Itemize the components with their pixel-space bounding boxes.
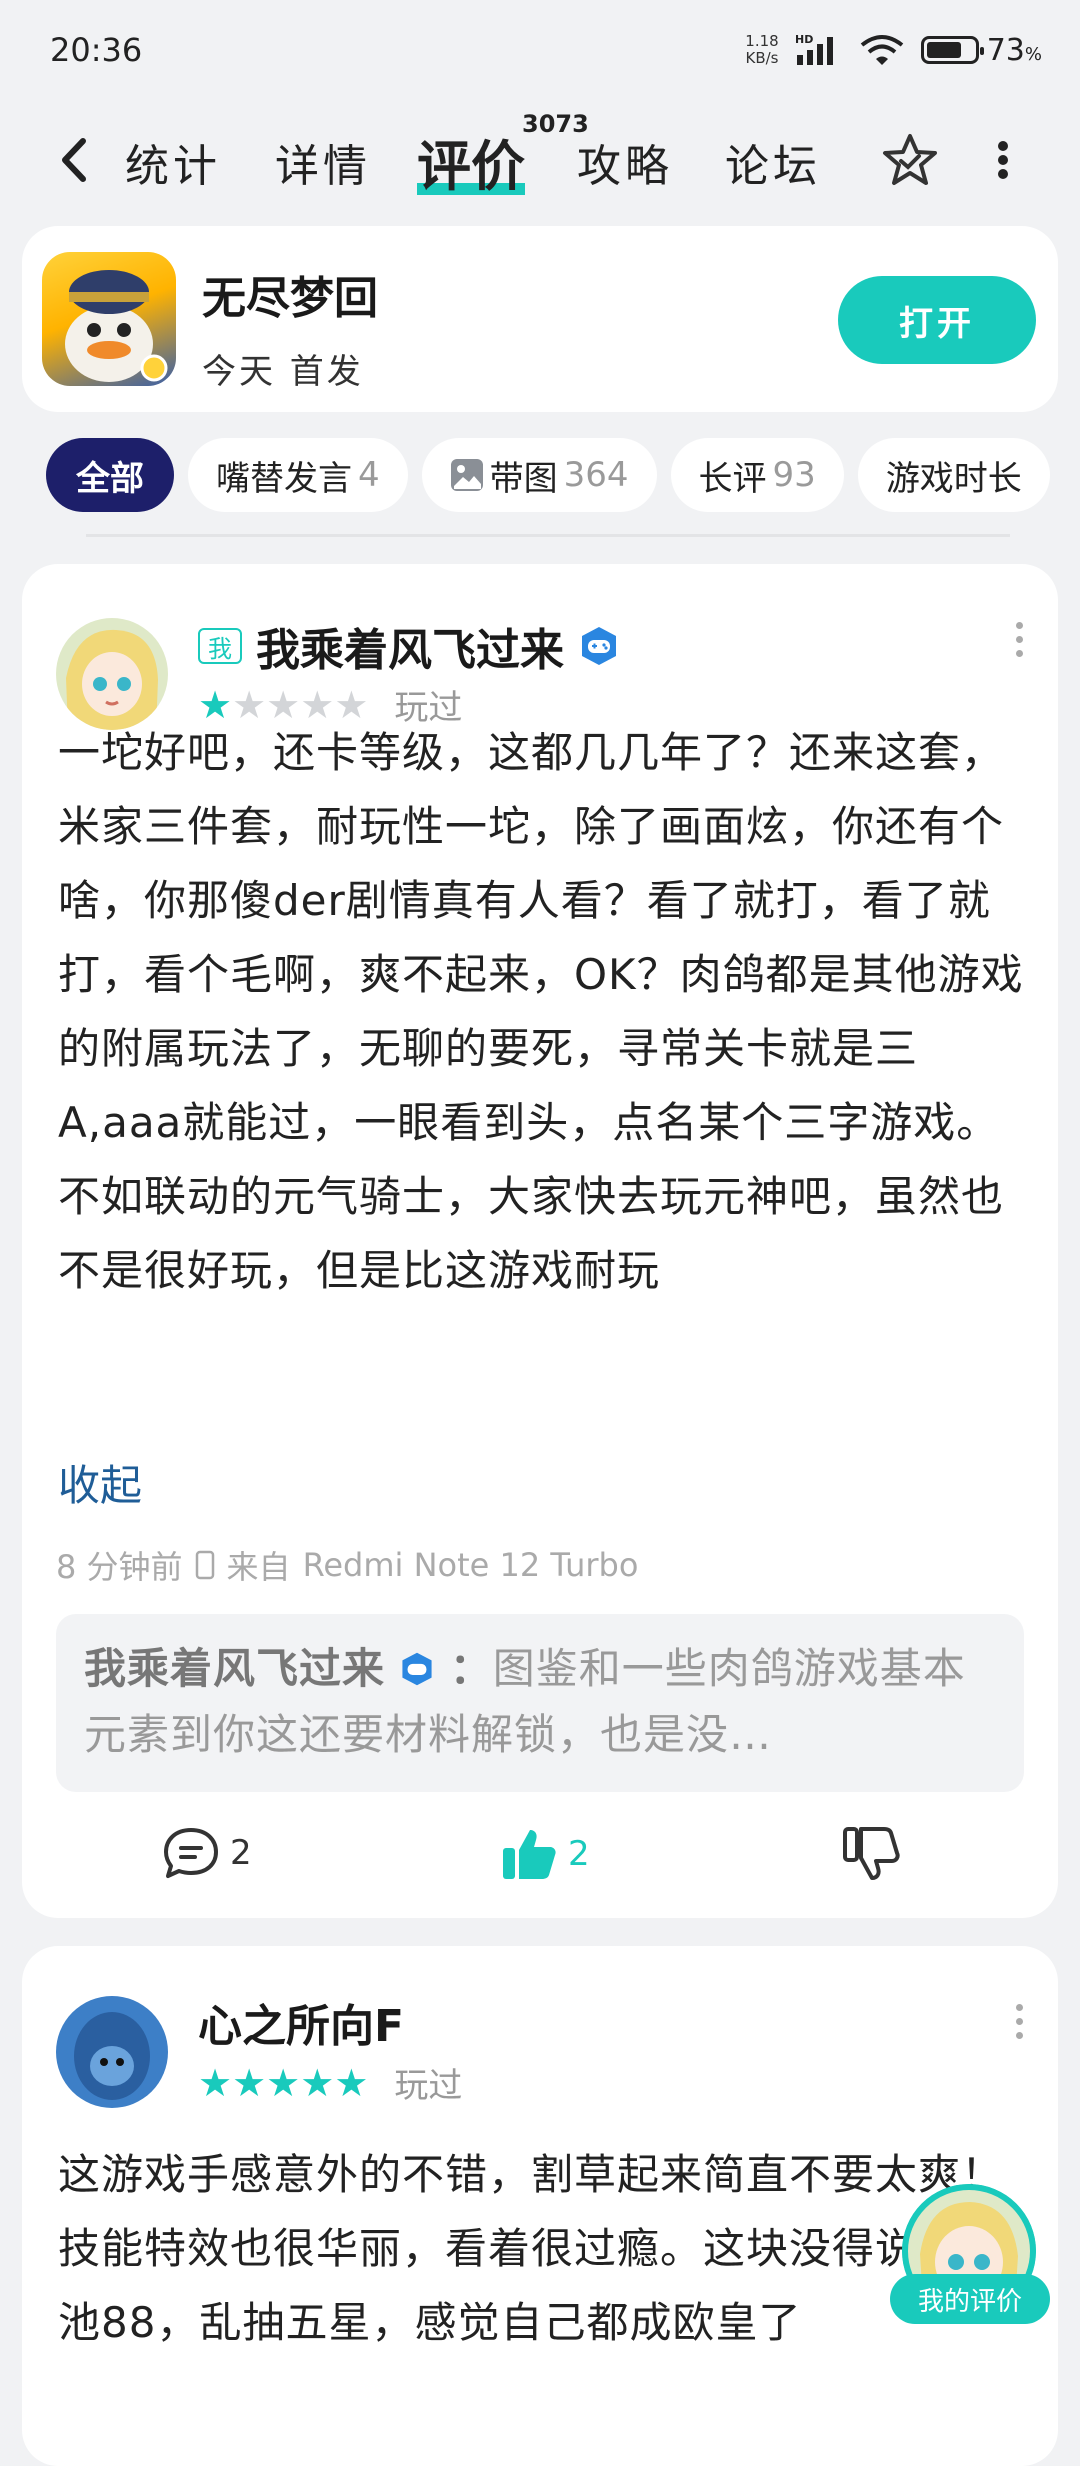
thumbs-down-icon [843,1827,900,1880]
back-arrow-icon[interactable] [55,135,95,185]
clock: 20:36 [50,31,143,69]
comment-count: 2 [230,1833,252,1873]
battery-indicator: 73% [920,33,1042,68]
tab-forum[interactable]: 论坛 [725,130,821,194]
review-actions: 2 2 [22,1826,1058,1886]
review-meta: 8 分钟前 来自 Redmi Note 12 Turbo [56,1542,638,1588]
rating-stars: ★★★★★ 玩过 [198,2058,462,2107]
review-header: 心之所向F [198,1990,404,2054]
signal-icon: HD [795,33,833,65]
top-nav: 统计 详情 评价 3073 攻略 论坛 [0,110,1080,210]
avatar[interactable] [56,1996,168,2108]
like-button[interactable]: 2 [500,1826,590,1882]
star-filled-icon: ★ [198,2060,233,2105]
filter-long-review[interactable]: 长评 93 [670,438,844,512]
reviewer-name[interactable]: 心之所向F [198,1990,404,2054]
app-title: 无尽梦回 [202,273,378,324]
comment-icon [164,1828,218,1878]
app-icon[interactable] [42,252,176,386]
status-bar: 20:36 1.18 KB/s HD 73% [0,0,1080,100]
divider [86,534,1010,537]
star-filled-icon: ★ [334,2060,369,2105]
filter-spokesperson[interactable]: 嘴替发言 4 [188,438,408,512]
review-time: 8 分钟前 [56,1548,183,1586]
net-speed: 1.18 KB/s [745,32,779,67]
reply-preview[interactable]: 我乘着风飞过来 ：图鉴和一些肉鸽游戏基本元素到你这还要材料解锁，也是没… [56,1614,1024,1792]
played-label: 玩过 [394,2066,463,2106]
reviewer-name[interactable]: 我乘着风飞过来 [256,614,564,678]
my-review-button[interactable]: 我的评价 [890,2274,1050,2324]
status-icons: 1.18 KB/s HD 73% [745,33,1042,68]
like-count: 2 [568,1834,590,1874]
star-filled-icon: ★ [300,2060,335,2105]
review-text: 这游戏手感意外的不错，割草起来简直不要太爽！技能特效也很华丽，看着很过瘾。这块没… [58,2150,1005,2347]
star-filled-icon: ★ [266,2060,301,2105]
device-name: Redmi Note 12 Turbo [302,1546,639,1584]
app-card: 无尽梦回 今天 首发 打开 [22,226,1058,412]
review-text: 一坨好吧，还卡等级，这都几几年了？还来这套，米家三件套，耐玩性一坨，除了画面炫，… [58,728,1024,1295]
phone-icon [195,1550,214,1580]
review-more-icon[interactable] [1016,622,1024,664]
star-filled-icon: ★ [232,2060,267,2105]
more-vertical-icon[interactable] [995,140,1011,180]
image-icon [450,459,483,491]
thumbs-up-icon [503,1830,556,1879]
dislike-button[interactable] [842,1826,900,1882]
review-card: 心之所向F ★★★★★ 玩过 这游戏手感意外的不错，割草起来简直不要太爽！技能特… [22,1946,1058,2466]
me-tag: 我 [198,628,242,664]
tab-details[interactable]: 详情 [275,130,371,194]
filter-playtime[interactable]: 游戏时长 [857,438,1050,512]
filter-with-image[interactable]: 带图 364 [421,438,657,512]
review-filter-bar: 全部 嘴替发言 4 带图 364 长评 93 游戏时长 [46,438,1080,512]
reply-author: 我乘着风飞过来 [84,1644,386,1693]
open-button[interactable]: 打开 [838,276,1036,364]
wifi-icon [860,35,903,65]
review-card: 我 我乘着风飞过来 ★★★★★ 玩过 一坨好吧，还卡等级，这都几几年了？还来这套… [22,564,1058,1918]
avatar[interactable] [56,618,168,730]
svg-text:HD: HD [795,33,813,46]
gamepad-badge-icon [402,1652,432,1686]
app-release-label: 今天 首发 [202,352,364,392]
battery-icon [920,36,984,64]
tab-reviews[interactable]: 评价 [417,122,525,201]
review-header: 我 我乘着风飞过来 [198,614,620,678]
app-mascot-image [65,270,168,382]
collapse-link[interactable]: 收起 [58,1452,142,1513]
filter-all[interactable]: 全部 [46,438,174,512]
tab-stats[interactable]: 统计 [125,130,221,194]
gamepad-badge-icon [582,627,616,665]
tab-guides[interactable]: 攻略 [577,130,673,194]
comment-button[interactable]: 2 [162,1826,252,1880]
favorite-star-icon[interactable] [880,132,940,188]
review-more-icon[interactable] [1016,2004,1024,2046]
